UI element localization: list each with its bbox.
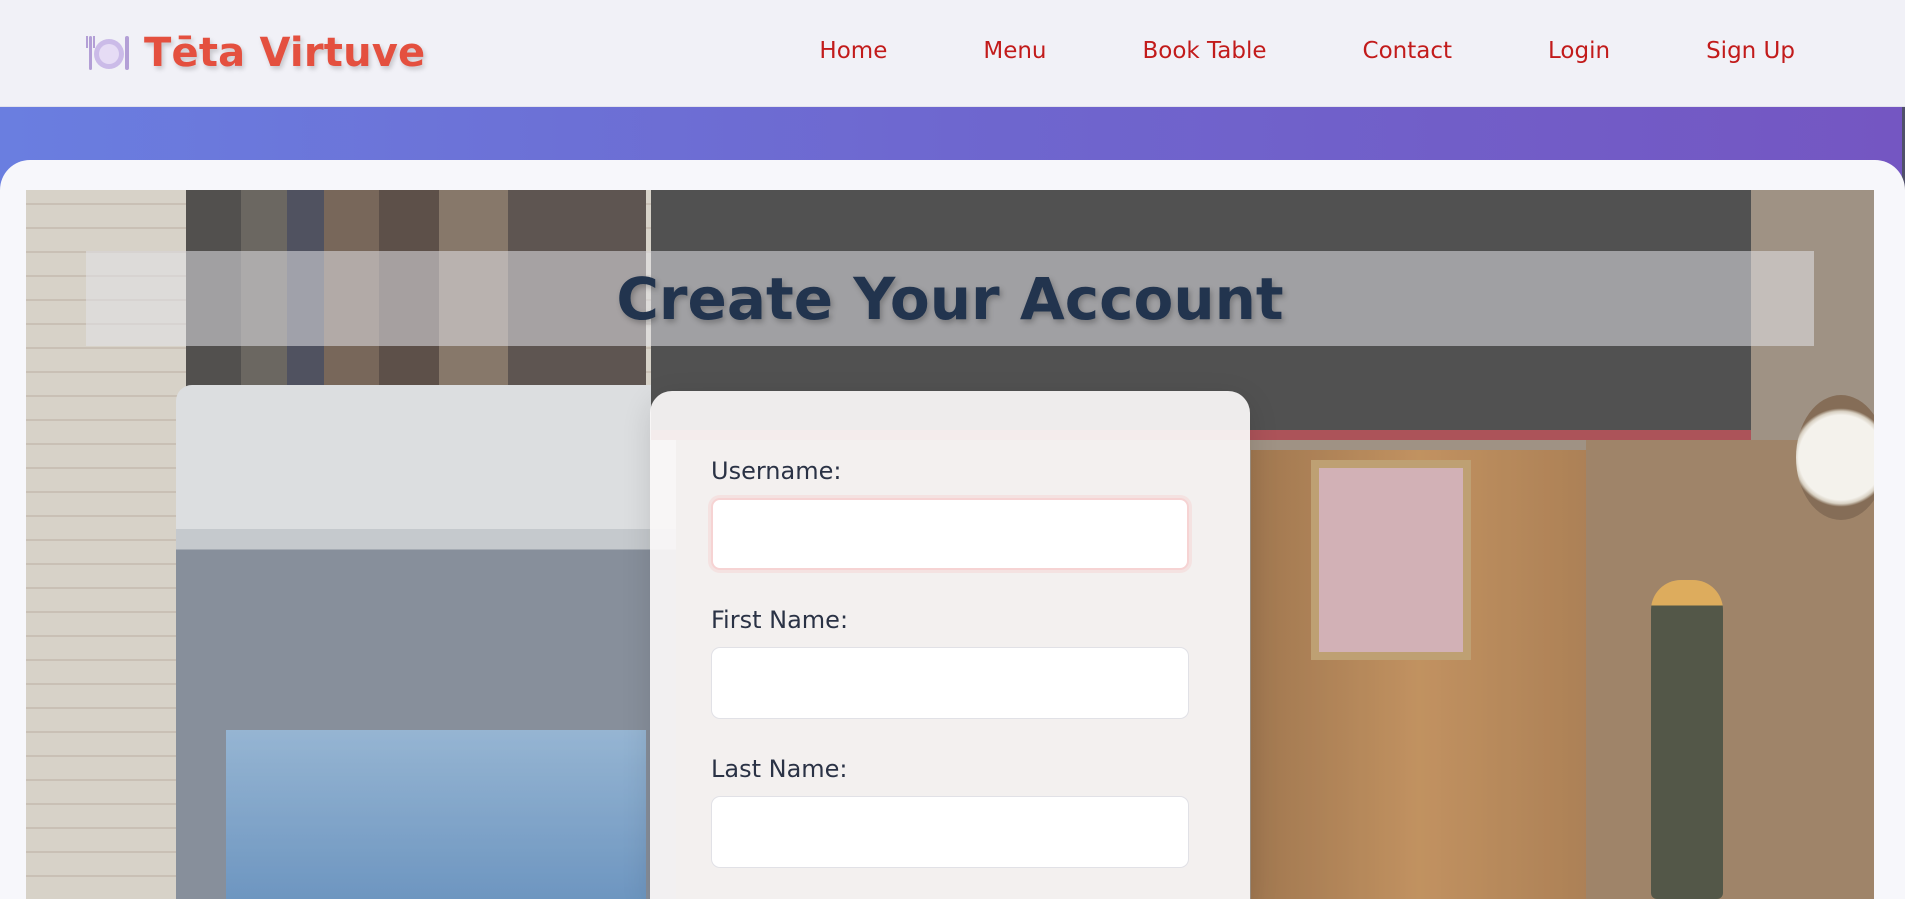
nav-menu-link[interactable]: Menu	[983, 38, 1046, 64]
top-navbar: Tēta Virtuve Home Menu Book Table Contac…	[0, 0, 1905, 107]
username-input[interactable]	[711, 498, 1189, 570]
last-name-input[interactable]	[711, 796, 1189, 868]
title-band: Create Your Account	[86, 251, 1814, 346]
brand[interactable]: Tēta Virtuve	[86, 30, 425, 76]
first-name-field-group: First Name:	[711, 606, 1190, 719]
nav-home-link[interactable]: Home	[819, 38, 887, 64]
nav-book-table-link[interactable]: Book Table	[1143, 38, 1267, 64]
first-name-label: First Name:	[711, 606, 849, 634]
plate-cutlery-icon	[86, 31, 130, 75]
first-name-input[interactable]	[711, 647, 1189, 719]
nav-signup-link[interactable]: Sign Up	[1706, 38, 1795, 64]
last-name-field-group: Last Name:	[711, 755, 1190, 868]
nav-contact-link[interactable]: Contact	[1363, 38, 1452, 64]
main-nav: Home Menu Book Table Contact Login Sign …	[723, 38, 1795, 64]
username-label: Username:	[711, 457, 842, 485]
nav-login-link[interactable]: Login	[1548, 38, 1610, 64]
last-name-label: Last Name:	[711, 755, 848, 783]
signup-form: Username: First Name: Last Name:	[650, 391, 1250, 899]
brand-name: Tēta Virtuve	[144, 30, 426, 76]
page-title: Create Your Account	[616, 264, 1284, 333]
username-field-group: Username:	[711, 457, 1190, 570]
